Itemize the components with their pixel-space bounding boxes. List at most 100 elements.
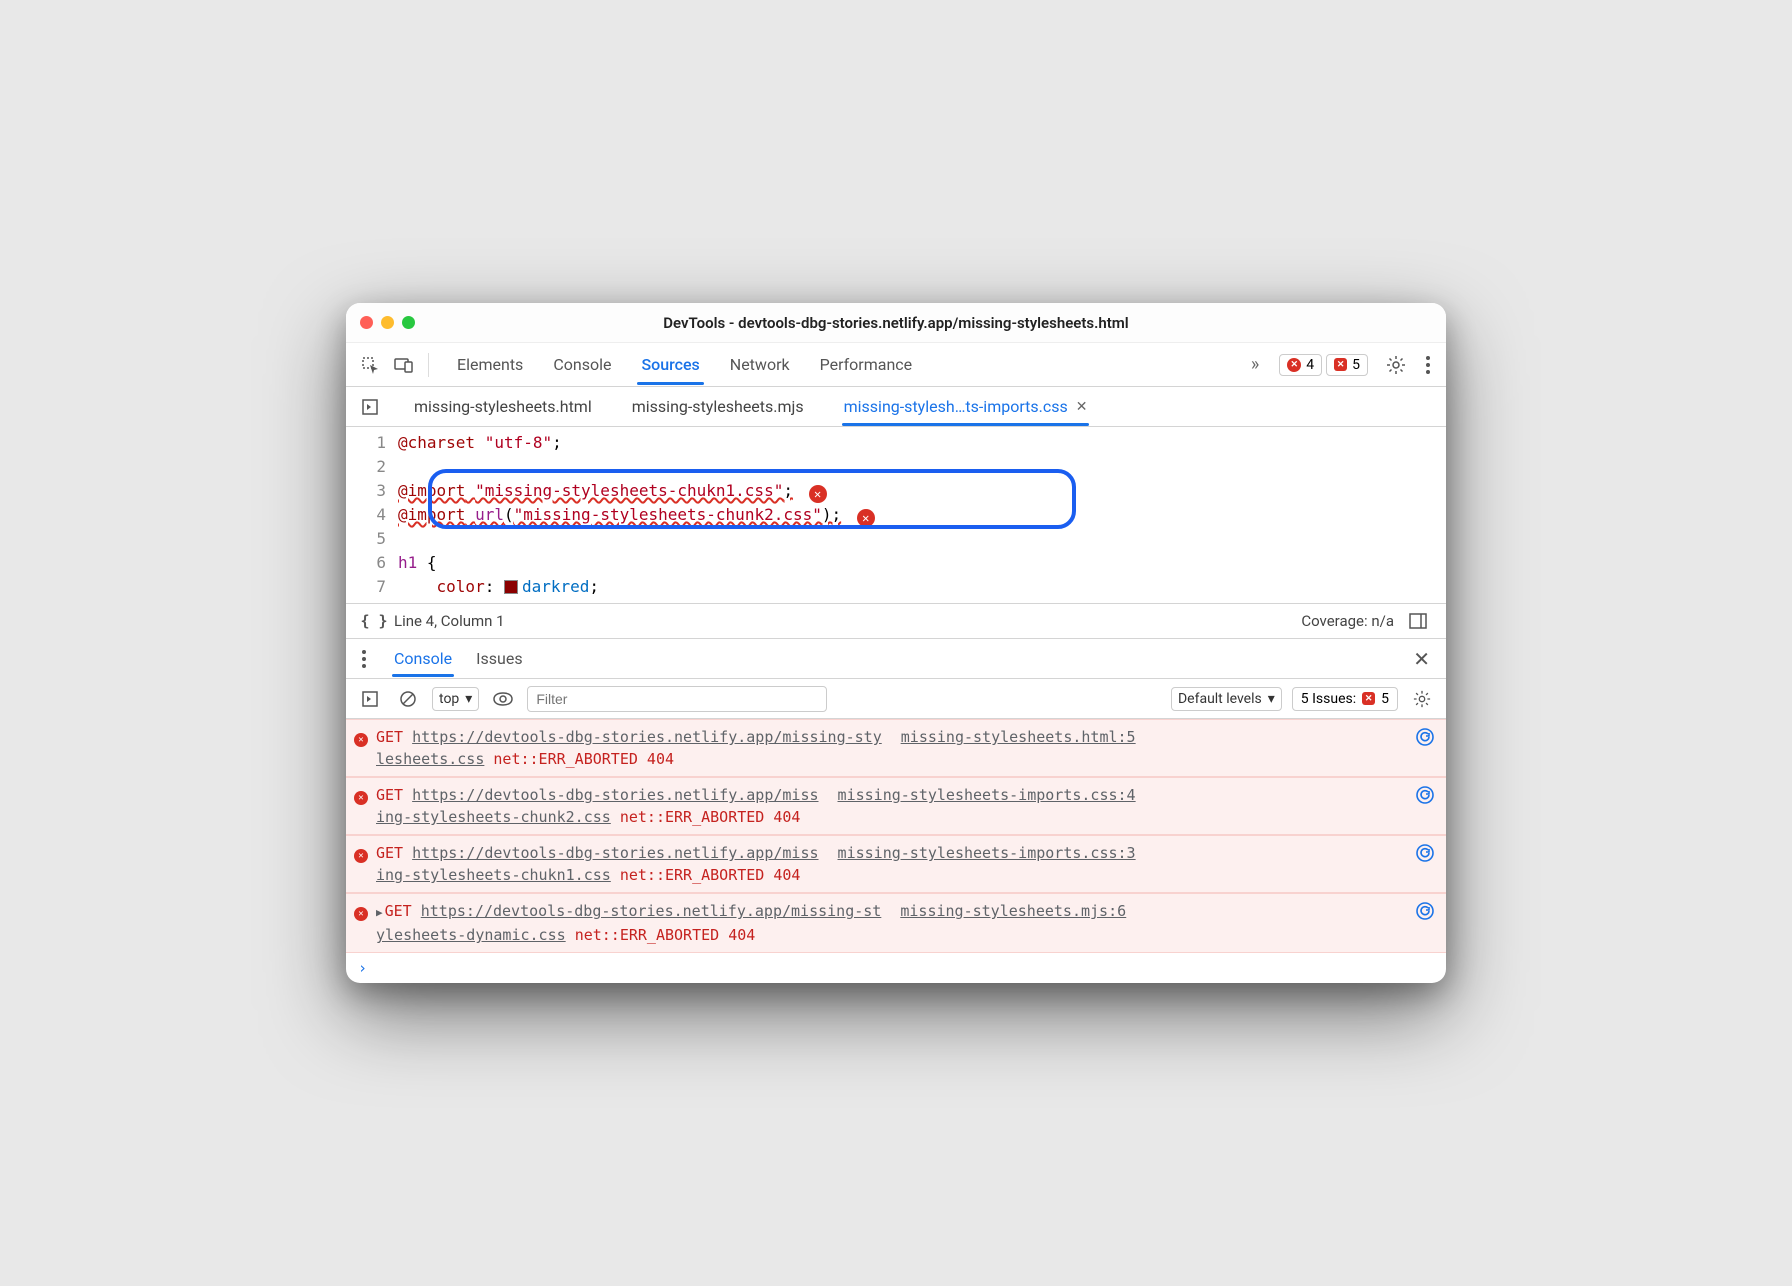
tab-elements[interactable]: Elements — [453, 345, 527, 384]
source-link[interactable]: missing-stylesheets.html:5 — [901, 728, 1136, 746]
source-link[interactable]: missing-stylesheets-imports.css:4 — [838, 786, 1136, 804]
file-tabs: missing-stylesheets.html missing-styleshe… — [412, 388, 1089, 425]
settings-icon[interactable] — [1382, 351, 1410, 379]
sidebar-toggle-icon[interactable] — [1404, 607, 1432, 635]
console-toolbar: top ▾ Default levels ▾ 5 Issues: ✕ 5 — [346, 679, 1446, 719]
console-error-row[interactable]: ✕GET https://devtools-dbg-stories.netlif… — [346, 835, 1446, 893]
drawer-options-icon[interactable] — [356, 650, 372, 668]
console-settings-icon[interactable] — [1408, 685, 1436, 713]
file-tab-label: missing-stylesheets.mjs — [632, 397, 804, 416]
error-icon: ✕ — [1287, 358, 1301, 372]
editor-status-bar: { } Line 4, Column 1 Coverage: n/a — [346, 603, 1446, 639]
code-content[interactable]: @charset "utf-8"; @import "missing-style… — [398, 431, 1446, 599]
replay-xhr-icon[interactable] — [1416, 902, 1434, 920]
file-tab-label: missing-stylesh…ts-imports.css — [844, 397, 1068, 416]
line-gutter: 1234567 — [346, 431, 398, 599]
log-levels-selector[interactable]: Default levels ▾ — [1171, 687, 1282, 711]
error-icon: ✕ — [354, 844, 368, 863]
devtools-window: DevTools - devtools-dbg-stories.netlify.… — [346, 303, 1446, 983]
code-line[interactable]: @import url("missing-stylesheets-chunk2.… — [398, 503, 1446, 527]
request-url-link[interactable]: ing-stylesheets-chunk2.css — [376, 808, 611, 826]
request-url-link[interactable]: ylesheets-dynamic.css — [376, 926, 566, 944]
file-tab[interactable]: missing-stylesh…ts-imports.css ✕ — [842, 388, 1090, 425]
request-url-link[interactable]: https://devtools-dbg-stories.netlify.app… — [412, 844, 818, 862]
cursor-position: Line 4, Column 1 — [394, 612, 505, 630]
issue-icon: ✕ — [1334, 358, 1347, 371]
line-number[interactable]: 7 — [346, 575, 386, 599]
code-line[interactable]: color: darkred; — [398, 575, 1446, 599]
main-tab-bar: Elements Console Sources Network Performance… — [346, 343, 1446, 387]
traffic-lights — [360, 316, 415, 329]
code-line[interactable]: @import "missing-stylesheets-chukn1.css"… — [398, 479, 1446, 503]
divider — [428, 353, 429, 377]
code-line[interactable]: h1 { — [398, 551, 1446, 575]
drawer-tab-issues[interactable]: Issues — [474, 641, 524, 676]
line-number[interactable]: 5 — [346, 527, 386, 551]
request-url-link[interactable]: https://devtools-dbg-stories.netlify.app… — [421, 902, 882, 920]
code-editor[interactable]: 1234567 @charset "utf-8"; @import "missi… — [346, 427, 1446, 603]
source-link[interactable]: missing-stylesheets-imports.css:3 — [838, 844, 1136, 862]
close-window-button[interactable] — [360, 316, 373, 329]
tab-console[interactable]: Console — [549, 345, 615, 384]
clear-console-icon[interactable] — [394, 685, 422, 713]
console-log-list: ✕ GET https://devtools-dbg-stories.netlif… — [346, 719, 1446, 953]
source-link[interactable]: missing-stylesheets.mjs:6 — [900, 902, 1126, 920]
replay-xhr-icon[interactable] — [1416, 728, 1434, 746]
console-error-row[interactable]: ✕GET https://devtools-dbg-stories.netlif… — [346, 719, 1446, 777]
request-url-link[interactable]: https://devtools-dbg-stories.netlify.app… — [412, 728, 882, 746]
prompt-chevron-icon: › — [358, 959, 367, 977]
filter-input[interactable] — [527, 686, 827, 712]
show-console-sidebar-icon[interactable] — [356, 685, 384, 713]
main-tabs: Elements Console Sources Network Performance — [453, 345, 1245, 384]
error-icon: ✕ — [354, 786, 368, 805]
console-error-row[interactable]: ✕▶GET https://devtools-dbg-stories.netli… — [346, 893, 1446, 953]
drawer-tabs: Console Issues — [392, 641, 525, 676]
inspect-element-icon[interactable] — [356, 351, 384, 379]
drawer-tab-console[interactable]: Console — [392, 641, 454, 676]
tab-sources[interactable]: Sources — [637, 345, 703, 384]
more-tabs-button[interactable]: » — [1251, 354, 1259, 375]
console-prompt[interactable]: › — [346, 953, 1446, 983]
tab-network[interactable]: Network — [726, 345, 794, 384]
window-title: DevTools - devtools-dbg-stories.netlify.… — [663, 314, 1128, 332]
code-line[interactable]: @charset "utf-8"; — [398, 431, 1446, 455]
issues-counter[interactable]: ✕5 — [1326, 354, 1368, 376]
more-options-icon[interactable] — [1420, 356, 1436, 374]
coverage-label: Coverage: n/a — [1301, 612, 1394, 630]
file-tab[interactable]: missing-stylesheets.html — [412, 388, 594, 425]
file-tab-bar: missing-stylesheets.html missing-styleshe… — [346, 387, 1446, 427]
code-line[interactable] — [398, 527, 1446, 551]
log-message: GET https://devtools-dbg-stories.netlify… — [376, 784, 1408, 828]
tab-performance[interactable]: Performance — [816, 345, 917, 384]
request-url-link[interactable]: https://devtools-dbg-stories.netlify.app… — [412, 786, 818, 804]
errors-counter[interactable]: ✕4 — [1279, 354, 1322, 376]
close-tab-icon[interactable]: ✕ — [1076, 399, 1088, 415]
request-url-link[interactable]: ing-stylesheets-chukn1.css — [376, 866, 611, 884]
device-toolbar-icon[interactable] — [390, 351, 418, 379]
replay-xhr-icon[interactable] — [1416, 786, 1434, 804]
close-drawer-icon[interactable]: ✕ — [1407, 647, 1436, 671]
show-navigator-icon[interactable] — [356, 393, 384, 421]
minimize-window-button[interactable] — [381, 316, 394, 329]
issue-icon: ✕ — [1362, 692, 1375, 705]
error-icon: ✕ — [354, 902, 368, 921]
code-line[interactable] — [398, 455, 1446, 479]
line-number[interactable]: 1 — [346, 431, 386, 455]
maximize-window-button[interactable] — [402, 316, 415, 329]
line-number[interactable]: 3 — [346, 479, 386, 503]
pretty-print-icon[interactable]: { } — [360, 607, 388, 635]
live-expression-icon[interactable] — [489, 685, 517, 713]
chevron-down-icon: ▾ — [465, 691, 472, 707]
line-number[interactable]: 4 — [346, 503, 386, 527]
log-message: GET https://devtools-dbg-stories.netlify… — [376, 726, 1408, 770]
issues-chip[interactable]: 5 Issues: ✕ 5 — [1292, 687, 1398, 711]
line-number[interactable]: 2 — [346, 455, 386, 479]
error-counters: ✕4 ✕5 — [1279, 354, 1368, 376]
expand-caret-icon[interactable]: ▶ — [376, 906, 383, 919]
console-error-row[interactable]: ✕ GET https://devtools-dbg-stories.netlif… — [346, 777, 1446, 835]
request-url-link[interactable]: lesheets.css — [376, 750, 484, 768]
context-selector[interactable]: top ▾ — [432, 687, 479, 711]
line-number[interactable]: 6 — [346, 551, 386, 575]
file-tab[interactable]: missing-stylesheets.mjs — [630, 388, 806, 425]
replay-xhr-icon[interactable] — [1416, 844, 1434, 862]
